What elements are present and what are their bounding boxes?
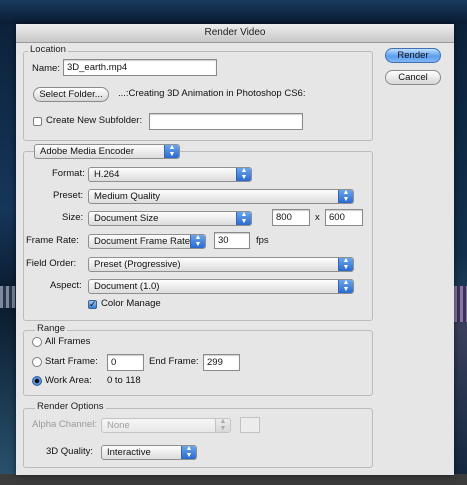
location-legend: Location [28, 44, 68, 55]
frame-rate-select-value: Document Frame Rate [94, 236, 191, 247]
alpha-channel-select[interactable]: None ▲ ▼ [101, 418, 231, 433]
all-frames-label: All Frames [45, 336, 91, 347]
timeline-strip-right [454, 286, 467, 322]
alpha-channel-label: Alpha Channel: [32, 419, 97, 430]
width-field[interactable]: 800 [272, 209, 310, 226]
3d-quality-select[interactable]: Interactive ▲ ▼ [101, 445, 197, 460]
alpha-channel-select-value: None [107, 420, 130, 431]
preset-select-value: Medium Quality [94, 191, 160, 202]
encoder-select[interactable]: Adobe Media Encoder ▲ ▼ [34, 144, 180, 159]
size-label: Size: [62, 212, 84, 223]
start-frame-field[interactable]: 0 [107, 354, 144, 371]
size-select[interactable]: Document Size ▲ ▼ [88, 211, 252, 226]
chevron-updown-icon: ▲ ▼ [338, 190, 353, 203]
end-frame-field[interactable]: 299 [203, 354, 240, 371]
aspect-label: Aspect: [50, 280, 82, 291]
render-video-dialog: Render Video Render Cancel Location Name… [16, 24, 454, 475]
size-select-value: Document Size [94, 213, 159, 224]
timeline-strip-left [0, 286, 16, 308]
aspect-select[interactable]: Document (1.0) ▲ ▼ [88, 279, 354, 294]
fps-field[interactable]: 30 [214, 232, 250, 249]
cancel-button[interactable]: Cancel [385, 70, 441, 85]
create-subfolder-label: Create New Subfolder: [46, 115, 143, 126]
preset-select[interactable]: Medium Quality ▲ ▼ [88, 189, 354, 204]
subfolder-field[interactable] [149, 113, 303, 130]
background-image-right [454, 24, 467, 485]
3d-quality-label: 3D Quality: [46, 446, 93, 457]
3d-quality-select-value: Interactive [107, 447, 151, 458]
chevron-updown-icon: ▲ ▼ [190, 235, 205, 248]
format-select-value: H.264 [94, 169, 120, 180]
field-order-label: Field Order: [26, 258, 77, 269]
aspect-select-value: Document (1.0) [94, 281, 160, 292]
fps-unit-label: fps [256, 235, 269, 246]
chevron-updown-icon: ▲ ▼ [215, 419, 230, 432]
folder-path: ...:Creating 3D Animation in Photoshop C… [118, 88, 306, 99]
work-area-value: 0 to 118 [107, 375, 141, 386]
size-times-label: x [315, 212, 320, 223]
format-select[interactable]: H.264 ▲ ▼ [88, 167, 252, 182]
field-order-select[interactable]: Preset (Progressive) ▲ ▼ [88, 257, 354, 272]
all-frames-radio[interactable] [32, 337, 42, 347]
field-order-select-value: Preset (Progressive) [94, 259, 181, 270]
chevron-updown-icon: ▲ ▼ [236, 212, 251, 225]
frame-rate-select[interactable]: Document Frame Rate ▲ ▼ [88, 234, 206, 249]
start-frame-label: Start Frame: [45, 356, 98, 367]
end-frame-label: End Frame: [149, 356, 199, 367]
range-legend: Range [35, 323, 67, 334]
render-button[interactable]: Render [385, 48, 441, 63]
chevron-updown-icon: ▲ ▼ [164, 145, 179, 158]
format-label: Format: [52, 168, 85, 179]
work-area-radio[interactable] [32, 376, 42, 386]
start-frame-radio[interactable] [32, 357, 42, 367]
preset-label: Preset: [53, 190, 84, 201]
work-area-label: Work Area: [45, 375, 92, 386]
color-manage-checkbox[interactable]: ✓ [88, 300, 97, 309]
name-label: Name: [32, 63, 60, 74]
background-panel-bottom [0, 474, 467, 485]
frame-rate-label: Frame Rate: [26, 235, 79, 246]
chevron-updown-icon: ▲ ▼ [338, 280, 353, 293]
matte-color-swatch[interactable] [240, 417, 260, 433]
height-field[interactable]: 600 [325, 209, 363, 226]
render-options-group [23, 408, 373, 468]
encoder-select-value: Adobe Media Encoder [40, 146, 135, 157]
name-field[interactable]: 3D_earth.mp4 [63, 59, 217, 76]
chevron-updown-icon: ▲ ▼ [236, 168, 251, 181]
create-subfolder-checkbox[interactable] [33, 117, 42, 126]
color-manage-label: Color Manage [101, 298, 161, 309]
chevron-updown-icon: ▲ ▼ [181, 446, 196, 459]
background-image-left [0, 24, 16, 485]
background-image-top [0, 0, 467, 24]
dialog-title: Render Video [16, 24, 454, 43]
select-folder-button[interactable]: Select Folder... [33, 87, 109, 102]
chevron-updown-icon: ▲ ▼ [338, 258, 353, 271]
render-options-legend: Render Options [35, 401, 106, 412]
